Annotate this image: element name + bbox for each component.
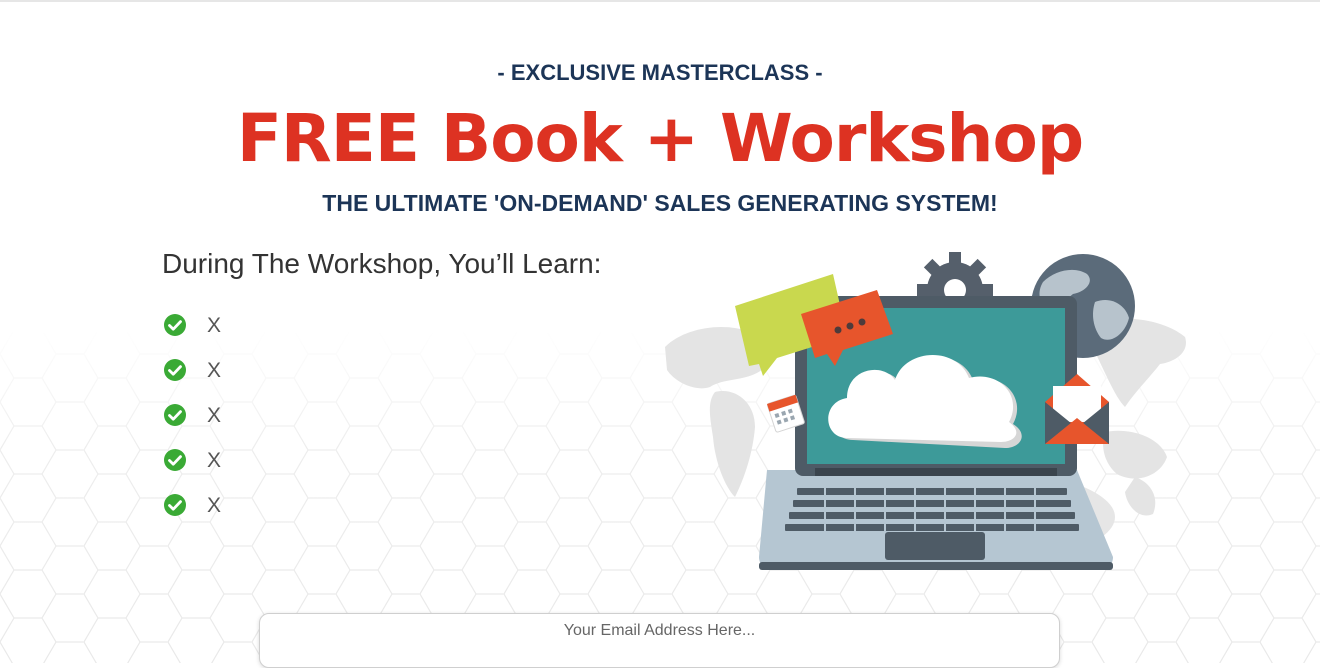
check-circle-icon	[164, 494, 186, 516]
top-border	[0, 0, 1320, 2]
email-input[interactable]	[259, 613, 1060, 668]
learn-heading: During The Workshop, You’ll Learn:	[162, 248, 602, 279]
check-circle-icon	[164, 449, 186, 471]
check-circle-icon	[164, 404, 186, 426]
list-item-text: X	[207, 359, 222, 382]
page-subheadline: THE ULTIMATE 'ON-DEMAND' SALES GENERATIN…	[322, 190, 998, 216]
list-item: X	[163, 493, 221, 538]
list-item: X	[163, 313, 221, 358]
list-item-text: X	[207, 314, 222, 337]
list-item: X	[163, 403, 221, 448]
list-item-text: X	[207, 404, 222, 427]
eyebrow-label: - EXCLUSIVE MASTERCLASS -	[497, 60, 823, 85]
list-item: X	[163, 448, 221, 493]
list-item-text: X	[207, 449, 222, 472]
laptop-cloud-illustration	[665, 252, 1186, 570]
page-headline: FREE Book + Workshop	[236, 100, 1084, 177]
list-item: X	[163, 358, 221, 403]
list-item-text: X	[207, 494, 222, 517]
check-circle-icon	[164, 359, 186, 381]
learn-list: X X X X X	[163, 313, 221, 538]
check-circle-icon	[164, 314, 186, 336]
